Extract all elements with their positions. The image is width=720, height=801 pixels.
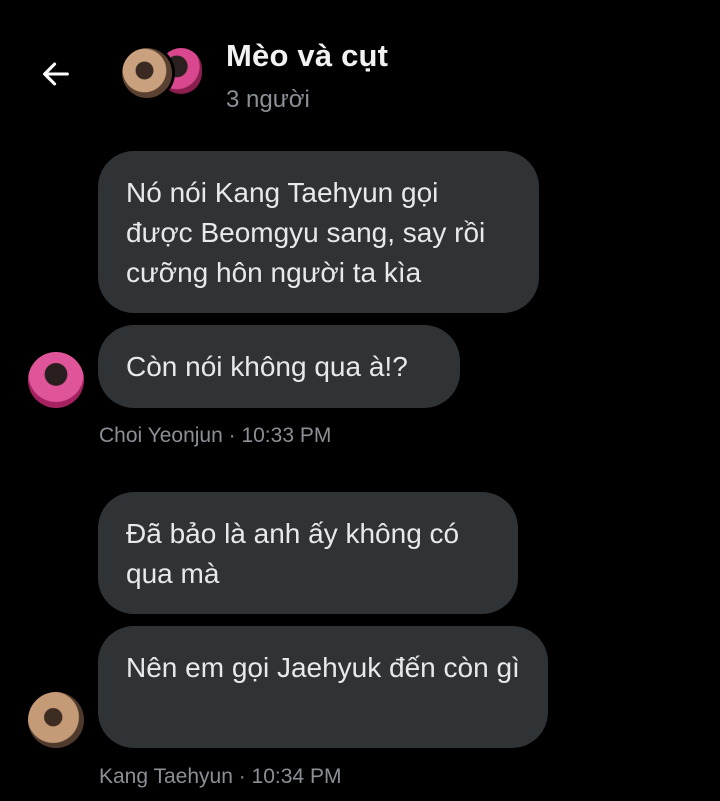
message-bubble[interactable]: Nên em gọi Jaehyuk đến còn gì <box>98 626 548 748</box>
message-text: Đã bảo là anh ấy không có qua mà <box>126 518 460 589</box>
message-meta: Choi Yeonjun · 10:33 PM <box>99 424 332 447</box>
message-bubble[interactable]: Còn nói không qua à!? <box>98 325 460 408</box>
arrow-left-icon <box>43 62 69 86</box>
conversation-header: Mèo và cụt 3 người <box>0 0 720 130</box>
conversation-title[interactable]: Mèo và cụt <box>226 38 388 74</box>
message-text: Nên em gọi Jaehyuk đến còn gì <box>126 652 520 683</box>
member-avatar <box>122 48 172 98</box>
message-meta: Kang Taehyun · 10:34 PM <box>99 765 342 788</box>
avatar[interactable] <box>28 352 84 408</box>
avatar[interactable] <box>28 692 84 748</box>
back-button[interactable] <box>32 50 80 98</box>
member-count[interactable]: 3 người <box>226 86 310 114</box>
message-text: Nó nói Kang Taehyun gọi được Beomgyu san… <box>126 177 486 288</box>
message-bubble[interactable]: Nó nói Kang Taehyun gọi được Beomgyu san… <box>98 151 539 313</box>
group-avatar[interactable] <box>120 46 204 102</box>
message-bubble[interactable]: Đã bảo là anh ấy không có qua mà <box>98 492 518 614</box>
message-text: Còn nói không qua à!? <box>126 351 408 382</box>
